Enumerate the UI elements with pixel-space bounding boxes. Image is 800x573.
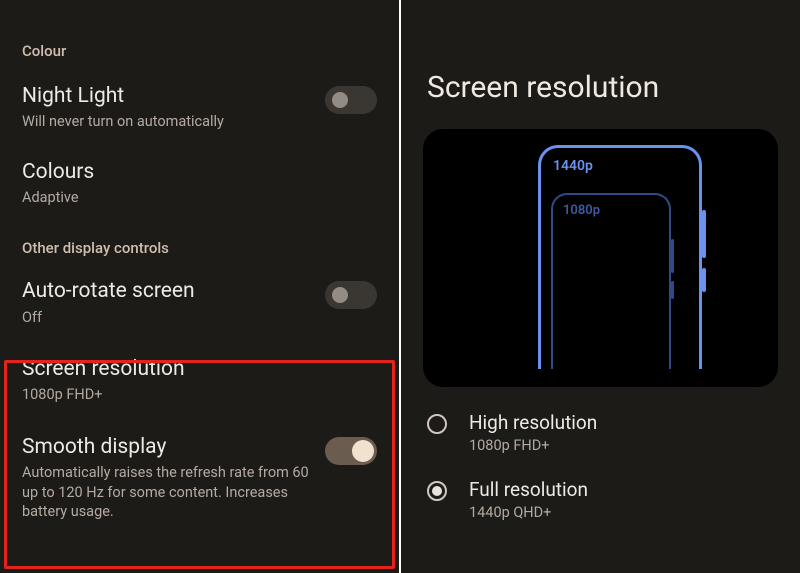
setting-night-light[interactable]: Night Light Will never turn on automatic…: [0, 84, 399, 132]
phone-side-button-icon: [671, 239, 674, 273]
setting-colours[interactable]: Colours Adaptive: [0, 160, 399, 208]
section-header-colour: Colour: [0, 0, 399, 60]
resolution-option-full[interactable]: Full resolution 1440p QHD+: [401, 478, 800, 521]
radio-icon[interactable]: [427, 414, 447, 434]
option-high-subtitle: 1080p FHD+: [469, 437, 597, 454]
toggle-knob-icon: [332, 287, 348, 303]
section-header-other: Other display controls: [0, 207, 399, 257]
toggle-knob-icon: [332, 92, 348, 108]
setting-auto-rotate[interactable]: Auto-rotate screen Off: [0, 279, 399, 327]
screen-resolution-title: Screen resolution: [22, 357, 361, 381]
option-full-subtitle: 1440p QHD+: [469, 504, 588, 521]
smooth-display-title: Smooth display: [22, 435, 309, 459]
phone-outline-1080p-icon: 1080p: [551, 193, 671, 369]
screen-resolution-subtitle: 1080p FHD+: [22, 385, 361, 405]
screen-resolution-panel: Screen resolution 1440p 1080p High resol…: [401, 0, 800, 573]
night-light-toggle[interactable]: [325, 86, 377, 114]
setting-screen-resolution[interactable]: Screen resolution 1080p FHD+: [0, 357, 399, 405]
phone-side-button-icon: [702, 268, 706, 292]
display-settings-left: Colour Night Light Will never turn on au…: [0, 0, 399, 573]
setting-smooth-display[interactable]: Smooth display Automatically raises the …: [0, 435, 399, 522]
radio-icon[interactable]: [427, 481, 447, 501]
colours-subtitle: Adaptive: [22, 188, 361, 208]
option-full-title: Full resolution: [469, 478, 588, 501]
toggle-knob-icon: [352, 440, 374, 462]
option-high-title: High resolution: [469, 411, 597, 434]
illustration-label-1080p: 1080p: [563, 203, 600, 218]
page-title: Screen resolution: [401, 0, 800, 105]
night-light-title: Night Light: [22, 84, 309, 108]
phone-side-button-icon: [671, 281, 674, 299]
night-light-subtitle: Will never turn on automatically: [22, 112, 309, 132]
auto-rotate-subtitle: Off: [22, 308, 309, 328]
smooth-display-subtitle: Automatically raises the refresh rate fr…: [22, 463, 309, 522]
auto-rotate-title: Auto-rotate screen: [22, 279, 309, 303]
smooth-display-toggle[interactable]: [325, 437, 377, 465]
illustration-label-1440p: 1440p: [553, 158, 593, 174]
resolution-illustration: 1440p 1080p: [423, 129, 778, 387]
colours-title: Colours: [22, 160, 361, 184]
auto-rotate-toggle[interactable]: [325, 281, 377, 309]
phone-side-button-icon: [702, 210, 706, 258]
resolution-option-high[interactable]: High resolution 1080p FHD+: [401, 411, 800, 454]
